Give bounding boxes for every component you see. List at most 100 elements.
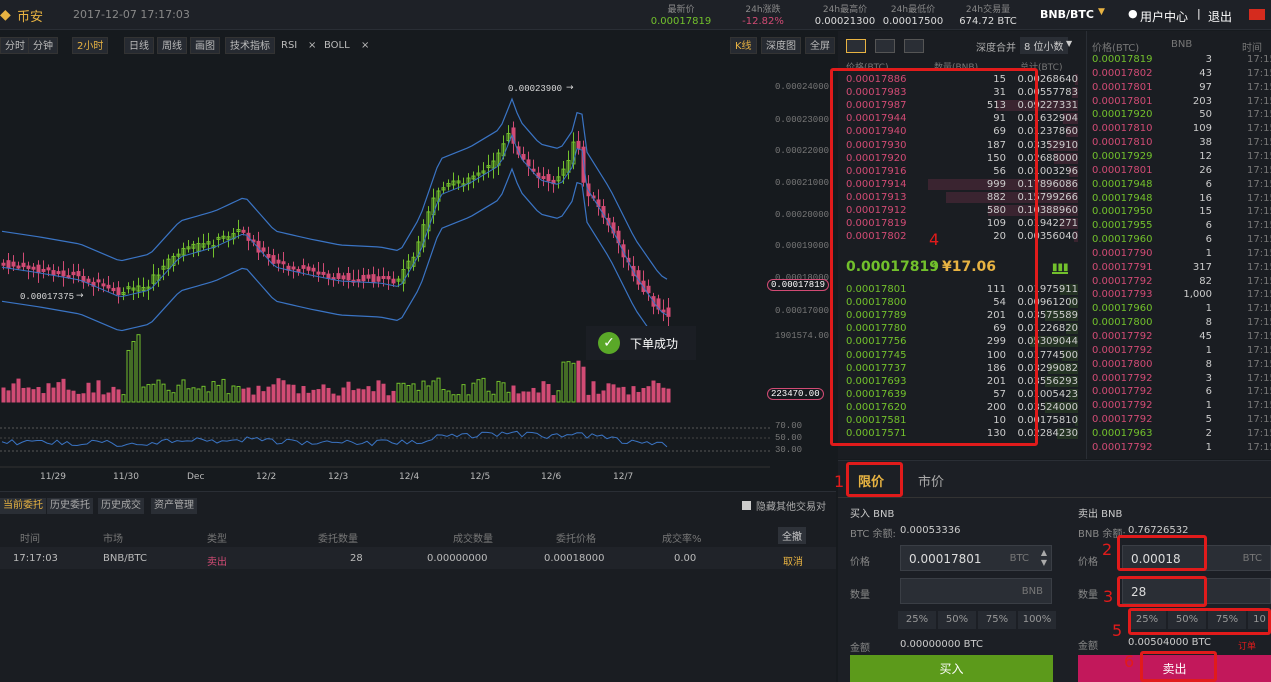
volume-bar <box>591 381 596 403</box>
tab-current-orders[interactable]: 当前委托 <box>0 498 46 514</box>
trade-price: 0.00017792 <box>1092 441 1153 453</box>
trade-time: 17:15 <box>1247 400 1271 412</box>
view-asks-icon[interactable] <box>904 39 924 53</box>
trade-price: 0.00017960 <box>1092 303 1153 315</box>
chevron-down-icon[interactable]: ▼ <box>1098 7 1105 17</box>
buy-balance: 0.00053336 <box>900 525 961 536</box>
annotation-box-pct-buttons <box>1128 608 1271 635</box>
trade-price: 0.00017819 <box>1092 54 1153 65</box>
view-both-icon[interactable] <box>846 39 866 53</box>
cancel-order-link[interactable]: 取消 <box>783 553 803 568</box>
pair-selector[interactable]: BNB/BTC <box>1040 8 1094 21</box>
decimals-select[interactable]: 8 位小数 <box>1020 37 1068 54</box>
volume-bar <box>631 386 636 403</box>
hide-pairs-label[interactable]: 隐藏其他交易对 <box>756 498 826 513</box>
volume-bar <box>331 393 336 403</box>
stat-value: 0.00017500 <box>882 16 944 27</box>
cancel-all-button[interactable]: 全撤 <box>778 527 806 544</box>
tab-trade-history[interactable]: 历史成交 <box>98 498 144 514</box>
logo-text[interactable]: 币安 <box>17 6 43 25</box>
trade-price: 0.00017810 <box>1092 123 1153 135</box>
order-price: 0.00018000 <box>544 553 605 564</box>
tab-order-history[interactable]: 历史委托 <box>47 498 93 514</box>
volume-bar <box>171 392 176 403</box>
volume-bar <box>211 381 216 403</box>
logo-icon[interactable]: ◆ <box>0 7 16 23</box>
volume-bar <box>71 390 76 403</box>
candle <box>16 265 21 269</box>
volume-bar <box>101 394 106 403</box>
trade-time: 17:15 <box>1247 109 1271 121</box>
trade-qty: 12 <box>1199 150 1212 162</box>
arrow-right-icon: → <box>76 291 84 301</box>
rsi-tick: 70.00 <box>775 421 803 431</box>
trade-qty: 6 <box>1205 386 1212 398</box>
stepper-icon[interactable]: ▲ ▼ <box>1041 548 1047 568</box>
candle <box>276 259 281 264</box>
volume-bar <box>146 384 151 403</box>
trade-price: 0.00017792 <box>1092 331 1153 342</box>
trade-row: 0.00017810 38 17:15 <box>1092 136 1271 150</box>
header-stat: 24h交易量 674.72 BTC <box>955 2 1021 27</box>
volume-bar <box>351 390 356 403</box>
trade-time: 17:15 <box>1247 164 1271 176</box>
volume-bar <box>316 389 321 403</box>
buy-pct-75[interactable]: 75% <box>978 611 1016 629</box>
volume-bar <box>26 387 31 403</box>
candle <box>326 273 331 279</box>
trade-row: 0.00017792 82 17:15 <box>1092 275 1271 289</box>
trade-qty: 6 <box>1205 234 1212 246</box>
tab-market[interactable]: 市价 <box>918 471 944 490</box>
trade-qty: 38 <box>1199 137 1212 149</box>
trade-time: 17:15 <box>1247 344 1271 356</box>
buy-price-value[interactable]: 0.00017801 <box>909 552 982 566</box>
stat-label: 24h交易量 <box>965 5 1011 15</box>
volume-bar <box>276 378 281 403</box>
volume-bar <box>326 387 331 403</box>
volume-bar <box>371 391 376 403</box>
trade-qty: 1 <box>1205 441 1212 453</box>
buy-pct-25[interactable]: 25% <box>898 611 936 629</box>
candle <box>546 174 551 182</box>
buy-total-label: 金额 <box>850 643 870 654</box>
hide-pairs-checkbox[interactable] <box>742 501 751 510</box>
boll-lower-line <box>1 167 668 350</box>
volume-bar <box>81 393 86 403</box>
candle <box>261 247 266 252</box>
logout-link[interactable]: 退出 <box>1208 8 1232 25</box>
user-center-link[interactable]: 用户中心 <box>1140 8 1188 25</box>
volume-bar <box>196 388 201 403</box>
rsi-tick: 30.00 <box>775 445 803 455</box>
flag-icon[interactable] <box>1249 9 1265 20</box>
candle <box>111 287 116 292</box>
trade-qty: 3 <box>1205 54 1212 65</box>
buy-price-input[interactable]: 0.00017801 BTC ▲ ▼ <box>900 545 1052 571</box>
view-bids-icon[interactable] <box>875 39 895 53</box>
buy-button[interactable]: 买入 <box>850 655 1053 682</box>
chevron-down-icon[interactable]: ▼ <box>1066 39 1072 48</box>
volume-bar <box>361 389 366 403</box>
buy-qty-input[interactable]: BNB <box>900 578 1052 604</box>
volume-bar <box>176 384 181 403</box>
trade-time: 17:15 <box>1247 386 1271 398</box>
user-icon[interactable]: ● <box>1128 7 1138 20</box>
volume-bar <box>601 390 606 403</box>
candle <box>76 271 81 277</box>
annotation-box-orderbook <box>830 68 1038 446</box>
buy-pct-50[interactable]: 50% <box>938 611 976 629</box>
buy-pct-100[interactable]: 100% <box>1018 611 1056 629</box>
sell-total-label: 金额 <box>1078 641 1098 652</box>
order-time: 17:17:03 <box>13 553 58 564</box>
volume-bar <box>336 395 341 403</box>
sell-total: 0.00504000 BTC <box>1128 637 1211 648</box>
trade-price: 0.00017792 <box>1092 275 1153 287</box>
candle <box>386 276 391 280</box>
y-tick: 0.00020000 <box>775 210 830 220</box>
volume-bar <box>116 389 121 403</box>
candlestick-chart[interactable] <box>0 31 836 487</box>
rsi-line <box>1 430 668 448</box>
order-success-toast: ✓ 下单成功 <box>586 326 696 360</box>
trade-price: 0.00017790 <box>1092 247 1153 259</box>
tab-assets[interactable]: 资产管理 <box>151 498 197 514</box>
trade-price: 0.00017950 <box>1092 206 1153 218</box>
